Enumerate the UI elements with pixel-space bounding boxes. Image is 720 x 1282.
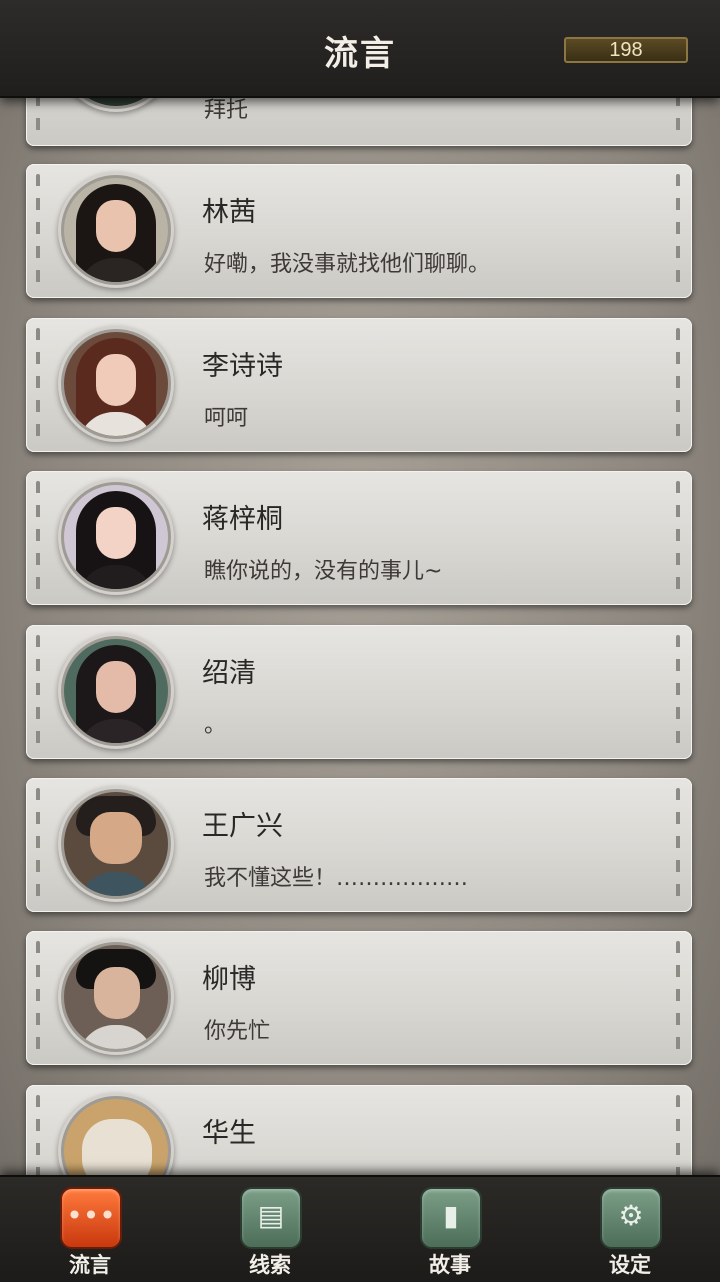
list-item[interactable]: 蒋梓桐 瞧你说的，没有的事儿~ <box>26 471 692 605</box>
stitch-decoration <box>676 1095 680 1175</box>
avatar <box>64 945 168 1049</box>
gears-icon: ⚙ <box>600 1187 662 1249</box>
stitch-decoration <box>36 635 40 749</box>
stitch-decoration <box>36 481 40 595</box>
contact-name: 李诗诗 <box>202 351 283 382</box>
stitch-decoration <box>676 174 680 288</box>
list-item[interactable]: 李诗诗 呵呵 <box>26 318 692 452</box>
list-item[interactable]: 王广兴 我不懂这些！……………… <box>26 778 692 912</box>
list-item[interactable]: 华生 <box>26 1085 692 1175</box>
contact-name: 绍清 <box>202 658 256 689</box>
tab-label: 线索 <box>249 1252 291 1277</box>
tab-story[interactable]: ▮ 故事 <box>400 1185 500 1280</box>
avatar <box>64 639 168 743</box>
list-item[interactable]: 绍清 。 <box>26 625 692 759</box>
message-preview: 我不懂这些！……………… <box>204 866 469 891</box>
tab-label: 设定 <box>609 1252 651 1277</box>
avatar <box>64 792 168 896</box>
paper-scroll-icon: ▤ <box>240 1187 302 1249</box>
list-item[interactable]: 林茜 好嘞，我没事就找他们聊聊。 <box>26 164 692 298</box>
stitch-decoration <box>36 1095 40 1175</box>
coin-counter: 198 <box>564 37 688 63</box>
list-item[interactable]: 柳博 你先忙 <box>26 931 692 1065</box>
stitch-decoration <box>36 174 40 288</box>
message-preview: 呵呵 <box>204 406 249 431</box>
contact-name: 华生 <box>202 1118 256 1149</box>
avatar <box>64 332 168 436</box>
message-preview: 。 <box>204 713 227 738</box>
stitch-decoration <box>676 635 680 749</box>
tab-clues[interactable]: ▤ 线索 <box>220 1185 320 1280</box>
contact-name: 王广兴 <box>202 811 283 842</box>
contact-list[interactable]: 拜托 林茜 好嘞，我没事就找他们聊聊。 李诗诗 呵呵 蒋梓桐 瞧你说的，没有的事… <box>0 0 720 1175</box>
tab-rumors[interactable]: ••• 流言 <box>40 1185 140 1280</box>
stitch-decoration <box>676 788 680 902</box>
chat-bubble-icon: ••• <box>60 1187 122 1249</box>
bottom-nav: ••• 流言 ▤ 线索 ▮ 故事 ⚙ 设定 <box>0 1175 720 1282</box>
stitch-decoration <box>36 941 40 1055</box>
stitch-decoration <box>676 941 680 1055</box>
contact-name: 柳博 <box>202 964 256 995</box>
tab-label: 故事 <box>429 1252 471 1277</box>
contact-name: 蒋梓桐 <box>202 504 283 535</box>
avatar <box>64 1099 168 1175</box>
message-preview: 瞧你说的，没有的事儿~ <box>204 559 443 584</box>
contact-name: 林茜 <box>202 197 256 228</box>
tab-settings[interactable]: ⚙ 设定 <box>580 1185 680 1280</box>
stitch-decoration <box>676 481 680 595</box>
avatar <box>64 485 168 589</box>
avatar <box>64 178 168 282</box>
stitch-decoration <box>36 788 40 902</box>
message-preview: 你先忙 <box>204 1019 271 1044</box>
stitch-decoration <box>36 328 40 442</box>
tab-label: 流言 <box>69 1252 111 1277</box>
stitch-decoration <box>676 328 680 442</box>
message-preview: 好嘞，我没事就找他们聊聊。 <box>204 252 491 277</box>
book-icon: ▮ <box>420 1187 482 1249</box>
header-bar: 流言 198 <box>0 0 720 98</box>
